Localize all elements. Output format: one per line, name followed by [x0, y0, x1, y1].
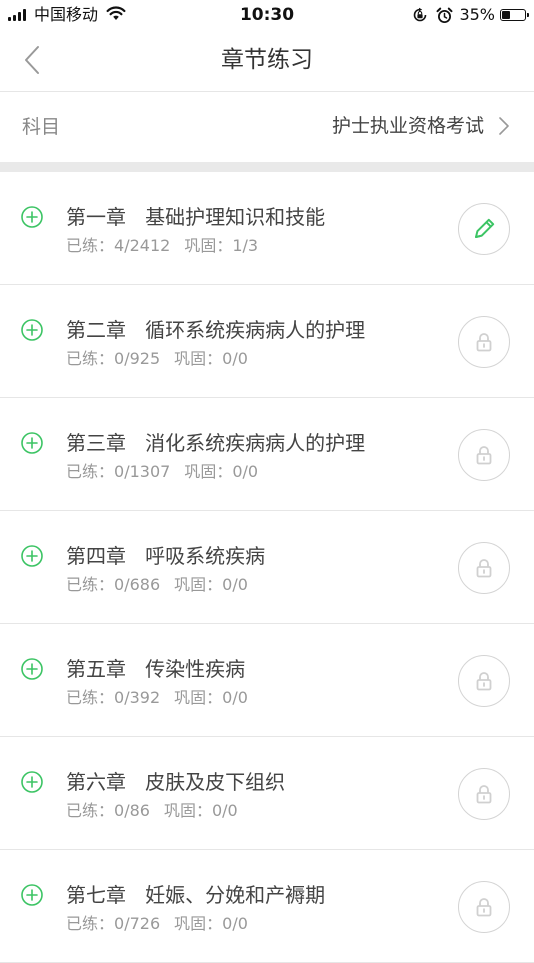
consolidated-label: 巩固： [174, 575, 223, 594]
locked-button[interactable] [458, 429, 510, 481]
practiced-value: 0/686 [114, 575, 161, 594]
page-title: 章节练习 [221, 47, 313, 73]
locked-button[interactable] [458, 881, 510, 933]
expand-plus-icon[interactable] [20, 318, 44, 342]
chapter-stats: 已练：0/1307 巩固：0/0 [66, 461, 258, 483]
chapter-title: 第二章 循环系统疾病病人的护理 [66, 318, 366, 342]
consolidated-value: 0/0 [222, 688, 248, 707]
lock-icon [476, 446, 492, 465]
practice-button[interactable] [458, 203, 510, 255]
consolidated-label: 巩固： [174, 688, 223, 707]
chapter-stats: 已练：0/726 巩固：0/0 [66, 913, 248, 935]
practiced-label: 已练： [66, 688, 115, 707]
chevron-right-icon [499, 117, 509, 135]
chapter-stats: 已练：0/925 巩固：0/0 [66, 348, 248, 370]
practiced-label: 已练： [66, 801, 115, 820]
battery-level [502, 11, 511, 19]
chapter-list: 第一章 基础护理知识和技能 已练：4/2412 巩固：1/3 第二章 循环系统疾病… [0, 172, 534, 963]
orientation-lock-icon [412, 7, 428, 23]
section-divider [0, 162, 534, 172]
status-right: 35% [412, 5, 529, 25]
subject-selector[interactable]: 科目 护士执业资格考试 [0, 92, 534, 162]
practiced-label: 已练： [66, 914, 115, 933]
consolidated-value: 1/3 [232, 236, 259, 255]
practiced-value: 0/726 [114, 914, 161, 933]
chapter-title: 第七章 妊娠、分娩和产褥期 [66, 883, 326, 907]
chapter-item[interactable]: 第六章 皮肤及皮下组织 已练：0/86 巩固：0/0 [0, 737, 534, 850]
chapter-item[interactable]: 第五章 传染性疾病 已练：0/392 巩固：0/0 [0, 624, 534, 737]
chapter-item[interactable]: 第七章 妊娠、分娩和产褥期 已练：0/726 巩固：0/0 [0, 850, 534, 963]
battery-percent: 35% [459, 5, 495, 24]
lock-icon [476, 559, 492, 578]
alarm-icon [436, 7, 453, 24]
battery-icon [500, 9, 529, 21]
chapter-item[interactable]: 第一章 基础护理知识和技能 已练：4/2412 巩固：1/3 [0, 172, 534, 285]
practiced-value: 0/86 [114, 801, 150, 820]
chapter-item[interactable]: 第四章 呼吸系统疾病 已练：0/686 巩固：0/0 [0, 511, 534, 624]
chapter-stats: 已练：0/686 巩固：0/0 [66, 574, 248, 596]
chapter-stats: 已练：0/392 巩固：0/0 [66, 687, 248, 709]
locked-button[interactable] [458, 316, 510, 368]
lock-icon [476, 333, 492, 352]
locked-button[interactable] [458, 768, 510, 820]
consolidated-label: 巩固： [174, 914, 223, 933]
expand-plus-icon[interactable] [20, 431, 44, 455]
practiced-label: 已练： [66, 349, 115, 368]
chapter-title: 第一章 基础护理知识和技能 [66, 205, 326, 229]
consolidated-value: 0/0 [222, 575, 248, 594]
locked-button[interactable] [458, 655, 510, 707]
chapter-item[interactable]: 第三章 消化系统疾病病人的护理 已练：0/1307 巩固：0/0 [0, 398, 534, 511]
subject-label: 科目 [22, 116, 61, 138]
lock-icon [476, 898, 492, 917]
status-bar: 中国移动 10:30 35% [0, 0, 534, 30]
chapter-title: 第四章 呼吸系统疾病 [66, 544, 266, 568]
consolidated-label: 巩固： [184, 236, 233, 255]
practiced-value: 0/392 [114, 688, 161, 707]
subject-value: 护士执业资格考试 [331, 115, 484, 137]
practiced-label: 已练： [66, 575, 115, 594]
locked-button[interactable] [458, 542, 510, 594]
expand-plus-icon[interactable] [20, 544, 44, 568]
practiced-value: 4/2412 [114, 236, 171, 255]
practiced-value: 0/925 [114, 349, 161, 368]
chapter-item[interactable]: 第二章 循环系统疾病病人的护理 已练：0/925 巩固：0/0 [0, 285, 534, 398]
chapter-stats: 已练：4/2412 巩固：1/3 [66, 235, 258, 257]
chapter-title: 第三章 消化系统疾病病人的护理 [66, 431, 366, 455]
practiced-label: 已练： [66, 462, 115, 481]
chapter-title: 第六章 皮肤及皮下组织 [66, 770, 286, 794]
consolidated-value: 0/0 [232, 462, 259, 481]
expand-plus-icon[interactable] [20, 770, 44, 794]
lock-icon [476, 785, 492, 804]
consolidated-label: 巩固： [184, 462, 233, 481]
expand-plus-icon[interactable] [20, 657, 44, 681]
practiced-label: 已练： [66, 236, 115, 255]
lock-icon [476, 672, 492, 691]
expand-plus-icon[interactable] [20, 883, 44, 907]
expand-plus-icon[interactable] [20, 205, 44, 229]
chapter-title: 第五章 传染性疾病 [66, 657, 246, 681]
consolidated-label: 巩固： [163, 801, 212, 820]
consolidated-value: 0/0 [222, 914, 248, 933]
consolidated-value: 0/0 [211, 801, 238, 820]
consolidated-value: 0/0 [222, 349, 248, 368]
nav-bar: 章节练习 [0, 30, 534, 92]
consolidated-label: 巩固： [174, 349, 223, 368]
pencil-icon [475, 218, 495, 238]
practiced-value: 0/1307 [114, 462, 171, 481]
chapter-stats: 已练：0/86 巩固：0/0 [66, 800, 238, 822]
